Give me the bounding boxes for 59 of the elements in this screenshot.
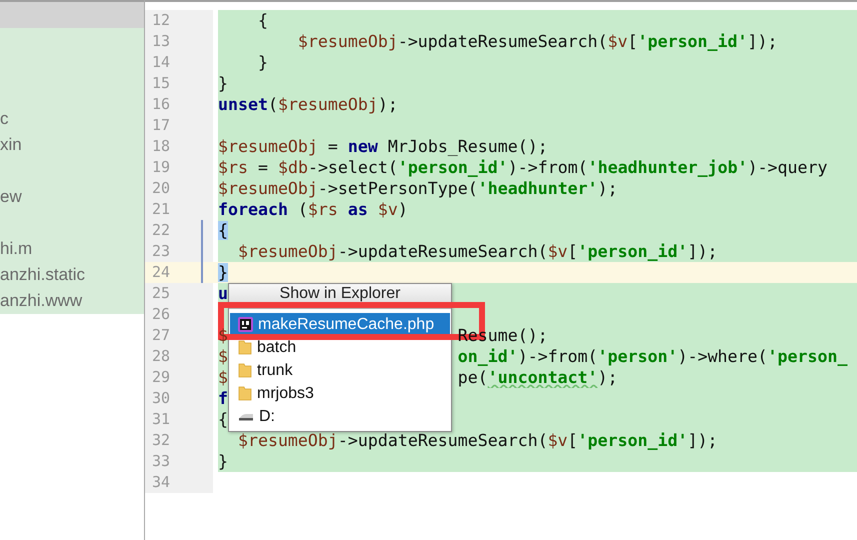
line-number: 20 bbox=[152, 179, 170, 197]
menu-item[interactable]: D: bbox=[230, 405, 450, 428]
tree-item[interactable]: c bbox=[0, 109, 8, 128]
line-number: 15 bbox=[152, 74, 170, 92]
code-line: u bbox=[218, 283, 228, 304]
tree-item[interactable]: ew bbox=[0, 187, 22, 206]
menu-item[interactable]: mrjobs3 bbox=[230, 382, 450, 405]
line-number: 33 bbox=[152, 452, 170, 470]
line-number: 13 bbox=[152, 32, 170, 50]
code-line: f bbox=[218, 388, 228, 409]
code-line: $resumeObj->setPersonType('headhunter'); bbox=[218, 178, 618, 199]
code-line: $resumeObj->updateResumeSearch($v['person_id']); bbox=[296, 31, 778, 52]
line-number: 34 bbox=[152, 473, 170, 491]
code-line: unset($resumeObj); bbox=[218, 94, 398, 115]
code-line: on_id')->from('person')->where('person_ bbox=[458, 346, 848, 367]
code-line: foreach ($rs as $v) bbox=[218, 199, 408, 220]
code-line: { bbox=[256, 10, 268, 31]
line-number: 22 bbox=[152, 221, 170, 239]
line-number: 14 bbox=[152, 53, 170, 71]
line-number: 25 bbox=[152, 284, 170, 302]
folder-icon bbox=[238, 340, 252, 355]
line-number: 26 bbox=[152, 305, 170, 323]
tree-item[interactable]: anzhi.static bbox=[0, 265, 86, 284]
tree-item[interactable]: xin bbox=[0, 135, 22, 154]
line-number: 12 bbox=[152, 11, 170, 29]
code-line: } bbox=[218, 451, 228, 472]
code-line: $ bbox=[218, 367, 228, 388]
line-number: 29 bbox=[152, 368, 170, 386]
tree-item[interactable]: hi.m bbox=[0, 239, 32, 258]
line-number: 32 bbox=[152, 431, 170, 449]
folder-icon bbox=[238, 363, 252, 378]
code-line: $resumeObj->updateResumeSearch($v['person_id']); bbox=[236, 241, 718, 262]
code-line: $ bbox=[218, 346, 228, 367]
line-number: 30 bbox=[152, 389, 170, 407]
line-number: 19 bbox=[152, 158, 170, 176]
code-line: } bbox=[256, 52, 268, 73]
line-number: 31 bbox=[152, 410, 170, 428]
line-number: 27 bbox=[152, 326, 170, 344]
code-line: $resumeObj->updateResumeSearch($v['person_id']); bbox=[236, 430, 718, 451]
code-line: pe('uncontact'); bbox=[458, 367, 618, 388]
code-line: } bbox=[218, 73, 228, 94]
menu-item[interactable]: makeResumeCache.php bbox=[230, 313, 450, 336]
code-line: $rs = $db->select('person_id')->from('headhunter_job')->query bbox=[218, 157, 828, 178]
line-number: 21 bbox=[152, 200, 170, 218]
line-number: 24 bbox=[152, 263, 170, 281]
line-number: 16 bbox=[152, 95, 170, 113]
drive-icon bbox=[238, 412, 254, 420]
line-number: 23 bbox=[152, 242, 170, 260]
menu-item[interactable]: trunk bbox=[230, 359, 450, 382]
code-line: $ bbox=[218, 325, 228, 346]
line-number: 18 bbox=[152, 137, 170, 155]
folder-icon bbox=[238, 386, 252, 401]
menu-item[interactable]: batch bbox=[230, 336, 450, 359]
line-number: 17 bbox=[152, 116, 170, 134]
code-line: { bbox=[218, 409, 228, 430]
tree-item[interactable]: anzhi.www bbox=[0, 291, 82, 310]
line-number: 28 bbox=[152, 347, 170, 365]
php-file-icon bbox=[238, 317, 253, 332]
code-line: $resumeObj = new MrJobs_Resume(); bbox=[218, 136, 548, 157]
